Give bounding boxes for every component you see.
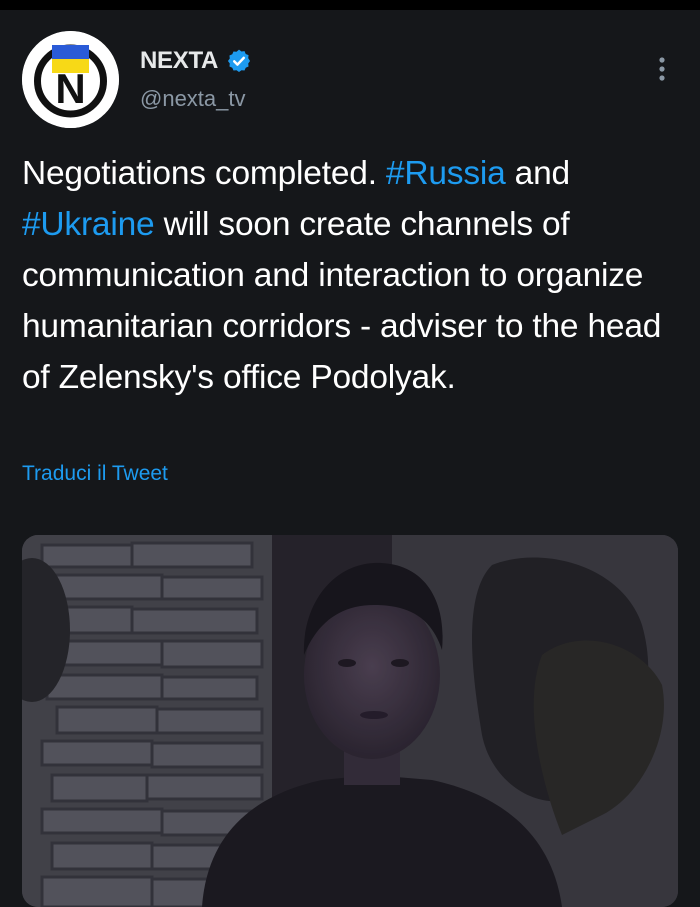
more-vertical-icon bbox=[659, 57, 665, 81]
display-name[interactable]: NEXTA bbox=[140, 47, 218, 75]
verified-badge-icon bbox=[228, 49, 251, 73]
top-divider bbox=[0, 0, 700, 10]
tweet-text-part: Negotiations completed. bbox=[22, 155, 386, 192]
svg-text:N: N bbox=[55, 65, 85, 112]
hashtag-ukraine-link[interactable]: #Ukraine bbox=[22, 206, 155, 243]
video-thumbnail[interactable] bbox=[22, 535, 678, 907]
hashtag-russia-link[interactable]: #Russia bbox=[386, 155, 506, 192]
more-options-button[interactable] bbox=[648, 50, 676, 88]
tweet-text: Negotiations completed. #Russia and #Ukr… bbox=[22, 148, 687, 403]
author-name-row[interactable]: NEXTA bbox=[140, 46, 252, 76]
user-handle[interactable]: @nexta_tv bbox=[140, 86, 246, 112]
tweet-card[interactable]: N NEXTA @nexta_tv Negotiations completed… bbox=[0, 10, 700, 907]
translate-tweet-link[interactable]: Traduci il Tweet bbox=[22, 462, 168, 486]
video-frame-image bbox=[22, 535, 678, 907]
avatar[interactable]: N bbox=[22, 31, 119, 128]
tweet-text-part: and bbox=[505, 155, 571, 192]
nexta-logo-icon: N bbox=[22, 31, 119, 128]
